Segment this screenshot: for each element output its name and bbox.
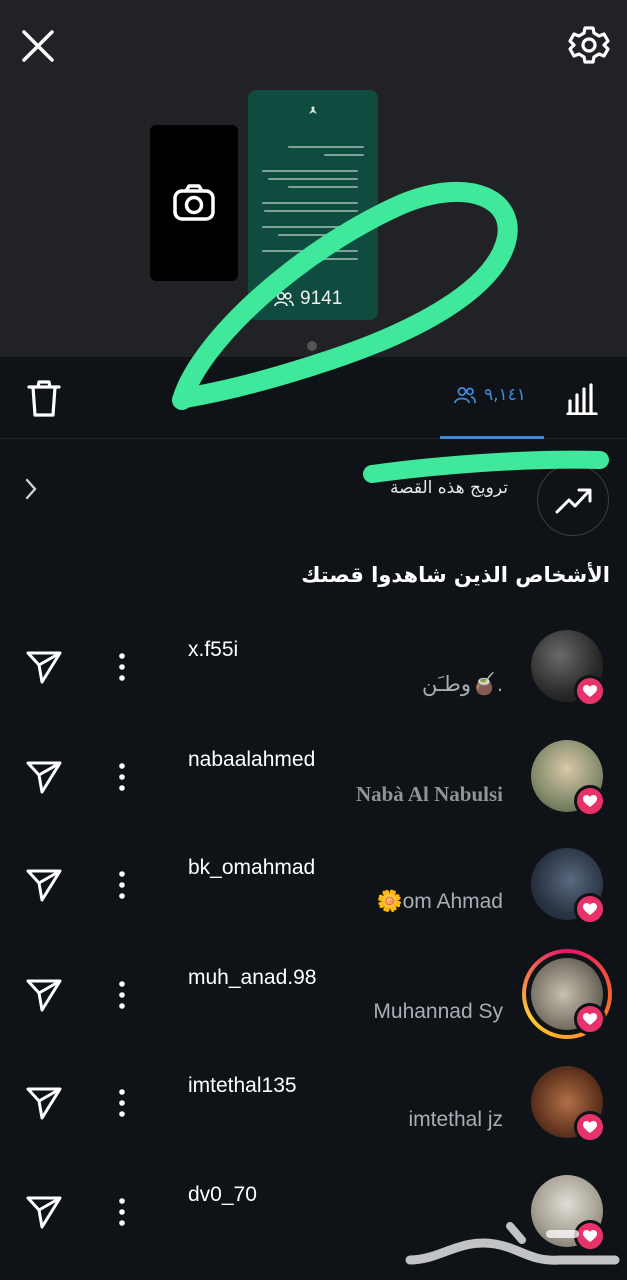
more-options-button[interactable] [112,650,132,684]
text-line [324,154,364,156]
bar-chart-icon [566,383,598,416]
send-icon [26,1196,62,1229]
viewer-username[interactable]: x.f55i [188,638,238,662]
heart-badge [574,785,606,817]
text-line [262,170,358,172]
send-button[interactable] [25,648,63,686]
heart-badge [574,675,606,707]
viewers-tab-count: ٩,١٤١ [484,385,526,405]
text-line [262,226,358,228]
story-tab-bar: ٩,١٤١ [0,357,627,439]
more-vertical-icon [119,653,125,681]
haraj-watermark-logo [405,1222,620,1265]
viewer-full-name: وطـَن🧉. [422,673,503,696]
viewer-full-name: imtethal jz [408,1108,503,1131]
send-icon [26,651,62,684]
send-button[interactable] [25,976,63,1014]
send-button[interactable] [25,1193,63,1231]
send-icon [26,869,62,902]
viewer-row[interactable]: muh_anad.98 Muhannad Sy [0,949,627,1067]
more-vertical-icon [119,763,125,791]
heart-icon [583,795,597,807]
viewer-full-name: Muhannad Sy [373,1000,503,1023]
text-line [278,234,358,236]
heart-icon [583,685,597,697]
add-story-camera-card[interactable] [150,125,238,281]
viewer-username[interactable]: muh_anad.98 [188,966,316,990]
text-line [288,186,358,188]
heart-badge [574,1111,606,1143]
send-button[interactable] [25,758,63,796]
heart-badge [574,893,606,925]
send-icon [26,1087,62,1120]
page-indicator-dot [307,341,317,351]
viewer-username[interactable]: bk_omahmad [188,856,315,880]
send-icon [26,979,62,1012]
more-vertical-icon [119,981,125,1009]
close-icon [22,30,54,62]
chevron-left-icon [25,478,37,500]
text-line [264,210,358,212]
emblem-icon [309,106,317,114]
story-preview-area: 9141 [0,0,627,357]
trending-up-icon [555,488,592,514]
thumbnail-count-text: 9141 [300,288,343,309]
close-button[interactable] [18,26,58,66]
promote-label: ترويج هذه القصة [390,478,508,498]
tab-insights[interactable] [566,383,600,416]
people-icon [274,291,294,307]
story-thumbnail[interactable]: 9141 [248,90,378,320]
viewer-username[interactable]: dv0_70 [188,1183,257,1207]
send-button[interactable] [25,866,63,904]
gear-icon [568,26,610,64]
more-vertical-icon [119,1198,125,1226]
promote-icon-circle [537,464,609,536]
settings-button[interactable] [566,22,612,68]
text-line [298,258,358,260]
viewer-row[interactable]: nabaalahmed Nabà Al Nabulsi [0,740,627,849]
viewer-full-name: 🌼om Ahmad [376,890,503,913]
more-vertical-icon [119,1089,125,1117]
viewer-row[interactable]: bk_omahmad 🌼om Ahmad [0,848,627,957]
active-tab-underline [440,436,544,439]
more-vertical-icon [119,871,125,899]
more-options-button[interactable] [112,1195,132,1229]
heart-badge [574,1003,606,1035]
tab-viewers[interactable]: ٩,١٤١ [440,357,544,439]
people-icon [454,387,476,404]
promote-story-row[interactable]: ترويج هذه القصة [0,440,627,540]
more-options-button[interactable] [112,868,132,902]
thumbnail-viewer-count: 9141 [274,288,342,310]
viewers-section-title: الأشخاص الذين شاهدوا قصتك [301,563,610,587]
more-options-button[interactable] [112,760,132,794]
viewer-username[interactable]: nabaalahmed [188,748,315,772]
viewer-full-name: Nabà Al Nabulsi [355,782,503,806]
text-line [288,146,364,148]
delete-story-button[interactable] [26,379,62,419]
heart-icon [583,1121,597,1133]
text-line [262,202,358,204]
viewer-row[interactable]: x.f55i وطـَن🧉. [0,630,627,739]
send-icon [26,761,62,794]
viewer-row[interactable]: imtethal135 imtethal jz [0,1066,627,1175]
more-options-button[interactable] [112,978,132,1012]
text-line [262,250,358,252]
camera-icon [173,184,215,221]
send-button[interactable] [25,1084,63,1122]
more-options-button[interactable] [112,1086,132,1120]
heart-icon [583,1013,597,1025]
text-line [268,178,358,180]
trash-icon [27,380,61,417]
viewer-username[interactable]: imtethal135 [188,1074,297,1098]
heart-icon [583,903,597,915]
